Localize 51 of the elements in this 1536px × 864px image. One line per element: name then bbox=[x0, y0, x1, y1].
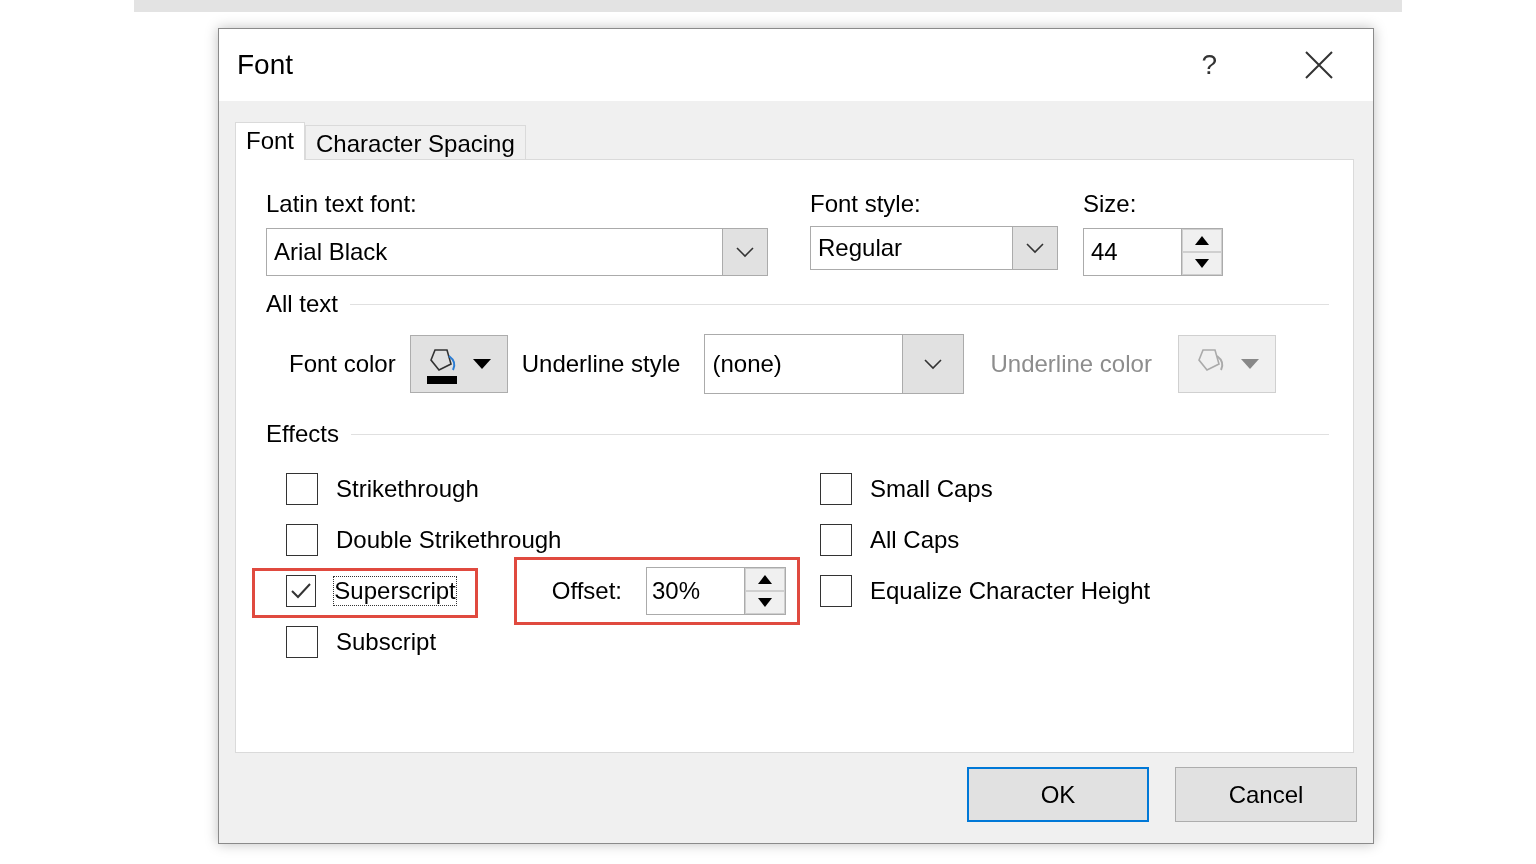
dialog-button[interactable]: Cancel bbox=[1175, 767, 1357, 822]
font-dropdown[interactable]: Arial Black bbox=[266, 228, 768, 276]
checkbox-label: All Caps bbox=[870, 526, 960, 554]
tab[interactable]: Character Spacing bbox=[305, 125, 526, 159]
underline-color-button[interactable] bbox=[1177, 335, 1276, 393]
checkbox-label: Small Caps bbox=[870, 475, 993, 503]
checkbox[interactable] bbox=[286, 626, 318, 658]
checkbox[interactable] bbox=[286, 575, 317, 607]
offset-field[interactable]: 30% bbox=[646, 567, 786, 615]
checkbox[interactable] bbox=[820, 575, 852, 607]
section-heading: All text bbox=[266, 290, 339, 318]
offset-label: Offset: bbox=[551, 577, 622, 605]
underline-style-dropdown[interactable]: (none) bbox=[704, 334, 965, 394]
chevron-down-icon bbox=[923, 358, 944, 370]
dropdown-arrow-icon bbox=[1240, 359, 1259, 369]
checkbox-label: Superscript bbox=[334, 577, 456, 605]
field-label: Underline color bbox=[990, 350, 1152, 378]
section-heading: Effects bbox=[266, 420, 339, 448]
triangle-down-icon bbox=[1195, 259, 1209, 268]
field-label: Underline style bbox=[521, 350, 681, 378]
dialog-button[interactable]: OK bbox=[967, 767, 1149, 822]
triangle-down-icon bbox=[758, 598, 772, 607]
field-label: Size: bbox=[1083, 190, 1138, 218]
triangle-up-icon bbox=[758, 575, 772, 584]
chevron-down-icon bbox=[735, 246, 755, 258]
checkbox-label: Subscript bbox=[336, 628, 437, 656]
checkbox[interactable] bbox=[286, 524, 318, 556]
close-icon[interactable] bbox=[1305, 51, 1333, 79]
checkbox[interactable] bbox=[820, 524, 852, 556]
spin-up-button[interactable] bbox=[745, 568, 785, 591]
spin-up-button[interactable] bbox=[1182, 229, 1222, 252]
spin-down-button[interactable] bbox=[1182, 252, 1222, 275]
window-title: Font bbox=[237, 49, 295, 81]
checkbox[interactable] bbox=[820, 473, 852, 505]
font-style-dropdown[interactable]: Regular bbox=[810, 226, 1058, 270]
font-color-button[interactable] bbox=[409, 335, 508, 393]
checkbox-label: Equalize Character Height bbox=[870, 577, 1151, 605]
spin-down-button[interactable] bbox=[745, 591, 785, 614]
checkbox[interactable] bbox=[286, 473, 318, 505]
checkbox-label: Strikethrough bbox=[336, 475, 479, 503]
checkbox-label: Double Strikethrough bbox=[336, 526, 562, 554]
dropdown-arrow-icon bbox=[472, 359, 491, 369]
help-button[interactable]: ? bbox=[1201, 49, 1217, 81]
chevron-down-icon bbox=[1025, 242, 1045, 254]
size-field[interactable]: 44 bbox=[1083, 228, 1223, 276]
triangle-up-icon bbox=[1195, 236, 1209, 245]
tab[interactable]: Font bbox=[235, 122, 306, 160]
field-label: Font style: bbox=[810, 190, 922, 218]
field-label: Font color bbox=[289, 350, 396, 378]
checkmark-icon bbox=[290, 582, 313, 600]
field-label: Latin text font: bbox=[266, 190, 418, 218]
